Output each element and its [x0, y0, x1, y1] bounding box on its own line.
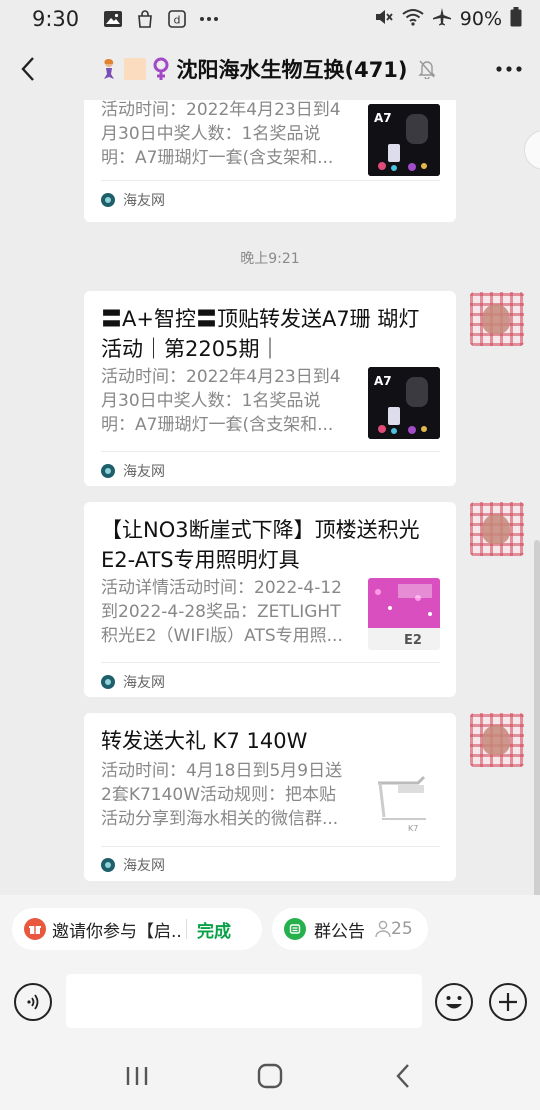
card-source: 海友网: [101, 855, 165, 875]
card-description: 活动时间：2022年4月23日到4月30日中奖人数：1名奖品说明：A7珊瑚灯一套…: [101, 367, 341, 435]
card-divider: [101, 846, 440, 847]
image-icon: [103, 9, 123, 29]
card-source: 海友网: [101, 461, 165, 481]
battery-text: 90%: [459, 8, 502, 30]
status-time: 9:30: [32, 7, 80, 31]
gift-icon: [24, 918, 46, 940]
more-functions-button[interactable]: [489, 983, 527, 1021]
female-sign-emoji-icon: [150, 57, 172, 80]
message-input[interactable]: [66, 974, 422, 1028]
card-thumbnail: E2: [368, 578, 440, 650]
card-divider: [101, 180, 440, 181]
system-back-button[interactable]: [373, 1046, 433, 1106]
done-button[interactable]: 完成: [197, 917, 231, 942]
wifi-icon: [402, 7, 424, 31]
card-source: 海友网: [101, 672, 165, 692]
chat-title[interactable]: 沈阳海水生物互换(471): [56, 54, 478, 84]
card-title: 〓A+智控〓顶贴转发送A7珊 瑚灯活动｜第2205期｜: [101, 307, 420, 361]
link-card-message[interactable]: 【让NO3断崖式下降】顶楼送积光E2-ATS专用照明灯具 活动详情活动时间：20…: [84, 502, 456, 697]
source-logo-icon: [101, 193, 115, 207]
card-description: 活动时间：2022年4月23日到4月30日中奖人数：1名奖品说明：A7珊瑚灯一套…: [101, 100, 341, 168]
source-logo-icon: [101, 675, 115, 689]
voice-button[interactable]: [14, 983, 52, 1021]
link-card-message[interactable]: 活动时间：2022年4月23日到4月30日中奖人数：1名奖品说明：A7珊瑚灯一套…: [84, 100, 456, 222]
notice-icon: [284, 918, 306, 940]
scrollbar-thumb[interactable]: [534, 540, 540, 895]
member-count-text: 25: [391, 919, 413, 939]
recent-apps-icon: [126, 1066, 147, 1085]
card-thumbnail: A7: [368, 367, 440, 439]
invite-text: 邀请你参与【启...: [52, 921, 182, 942]
peach-square-emoji-icon: [124, 58, 147, 80]
status-bar: 9:30 d 90%: [0, 0, 540, 38]
bag-icon: [135, 9, 155, 29]
back-button[interactable]: [0, 38, 56, 100]
thumb-label: K7: [408, 824, 418, 833]
card-description: 活动详情活动时间：2022-4-12到2022-4-28奖品：ZETLIGHT积…: [101, 578, 343, 646]
plus-icon: [499, 993, 517, 1011]
invite-pill[interactable]: 邀请你参与【启... 完成: [12, 908, 262, 950]
more-dots-icon: [496, 66, 522, 72]
sender-avatar[interactable]: [470, 502, 524, 556]
home-button[interactable]: [240, 1046, 300, 1106]
mute-icon: [374, 7, 394, 31]
card-divider: [101, 451, 440, 452]
link-card-message[interactable]: 〓A+智控〓顶贴转发送A7珊 瑚灯活动｜第2205期｜ 活动时间：2022年4月…: [84, 291, 456, 486]
bell-muted-icon: [417, 59, 436, 79]
emoji-button[interactable]: [435, 983, 473, 1021]
d-app-icon: d: [167, 9, 187, 29]
back-chevron-icon: [396, 1063, 410, 1088]
pinned-bar: 邀请你参与【启... 完成 群公告 25: [0, 895, 540, 963]
mermaid-emoji-icon: [98, 58, 120, 80]
more-dots-icon: [199, 9, 219, 29]
input-bar: [0, 963, 540, 1041]
card-title: 转发送大礼 K7 140W: [101, 729, 308, 753]
source-logo-icon: [101, 858, 115, 872]
chevron-left-icon: [21, 57, 34, 81]
person-icon: [375, 920, 391, 938]
thumb-label: A7: [374, 111, 392, 125]
airplane-icon: [432, 7, 452, 32]
smiley-icon: [446, 996, 462, 1009]
card-source-text: 海友网: [123, 858, 165, 874]
card-thumbnail: K7: [368, 763, 440, 835]
thumb-label: E2: [404, 633, 422, 648]
system-nav-bar: [0, 1041, 540, 1110]
chat-message-list[interactable]: 活动时间：2022年4月23日到4月30日中奖人数：1名奖品说明：A7珊瑚灯一套…: [0, 100, 540, 895]
card-thumbnail: A7: [368, 104, 440, 176]
home-icon: [257, 1063, 283, 1088]
thumb-label: A7: [374, 374, 392, 388]
group-notice-pill[interactable]: 群公告 25: [272, 908, 428, 950]
card-source: 海友网: [101, 190, 165, 210]
sender-avatar[interactable]: [470, 713, 524, 767]
svg-text:d: d: [174, 14, 181, 27]
card-title: 【让NO3断崖式下降】顶楼送积光E2-ATS专用照明灯具: [101, 518, 420, 572]
status-right: 90%: [374, 6, 522, 32]
more-options-button[interactable]: [478, 38, 540, 100]
floating-side-button[interactable]: [524, 130, 540, 170]
time-separator: 晚上9:21: [240, 251, 300, 267]
recent-apps-button[interactable]: [107, 1046, 167, 1106]
card-description: 活动时间：4月18日到5月9日送2套K7140W活动规则：把本贴活动分享到海水相…: [101, 761, 343, 829]
card-source-text: 海友网: [123, 193, 165, 209]
sender-avatar[interactable]: [470, 292, 524, 346]
card-source-text: 海友网: [123, 675, 165, 691]
card-source-text: 海友网: [123, 464, 165, 480]
member-count: 25: [375, 919, 413, 939]
chat-header: 沈阳海水生物互换(471): [0, 38, 540, 100]
voice-icon: [27, 994, 39, 1010]
pill-divider: [186, 919, 187, 939]
battery-icon: [510, 6, 522, 32]
source-logo-icon: [101, 464, 115, 478]
group-notice-label: 群公告: [314, 921, 365, 942]
link-card-message[interactable]: 转发送大礼 K7 140W 活动时间：4月18日到5月9日送2套K7140W活动…: [84, 713, 456, 881]
chat-title-text: 沈阳海水生物互换(471): [176, 58, 408, 82]
card-divider: [101, 662, 440, 663]
